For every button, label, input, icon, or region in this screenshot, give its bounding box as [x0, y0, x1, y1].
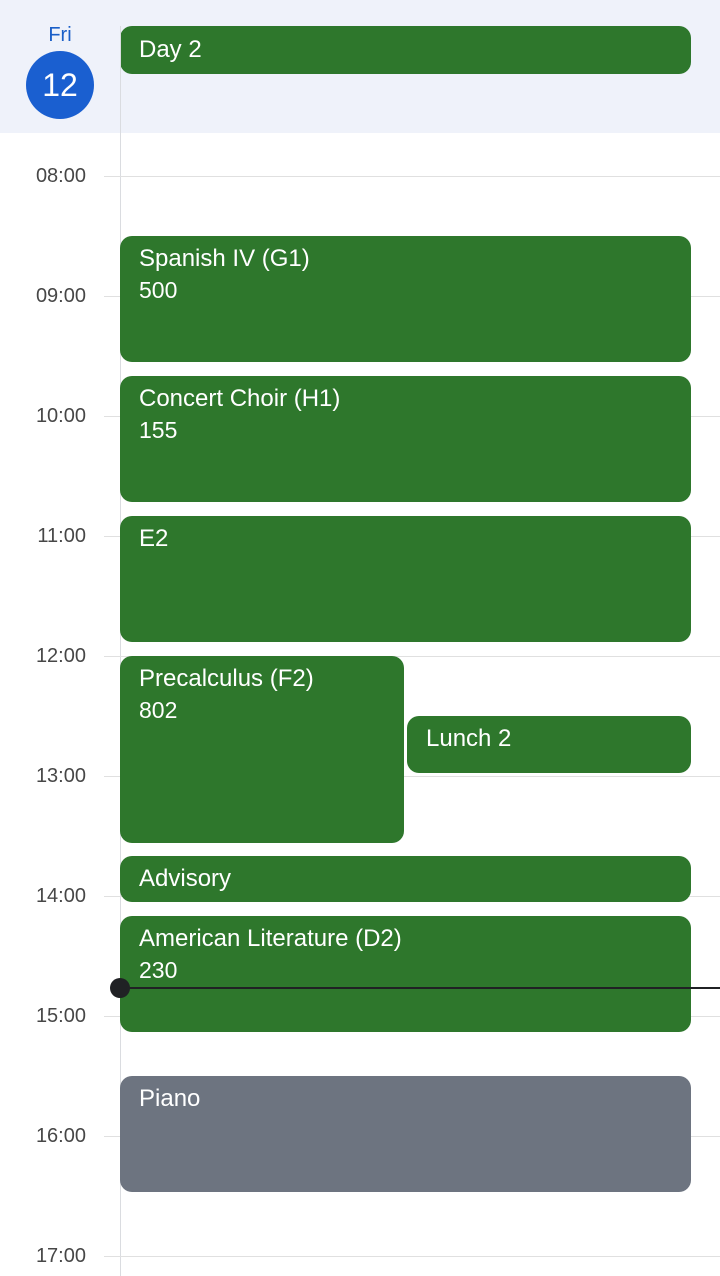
event-room: 230 [139, 957, 178, 983]
event-advisory[interactable]: Advisory [120, 856, 691, 902]
event-e2[interactable]: E2 [120, 516, 691, 642]
hour-label: 08:00 [35, 165, 86, 187]
event-lunch-2[interactable]: Lunch 2 [407, 716, 691, 773]
current-time-line [120, 987, 720, 989]
event-title: Piano [139, 1085, 201, 1112]
hour-gridline [104, 176, 720, 177]
hour-gridline [104, 1256, 720, 1257]
hour-label: 16:00 [35, 1125, 86, 1147]
hour-row: 17:00 [0, 1245, 720, 1267]
hour-label: 15:00 [35, 1005, 86, 1027]
day-name: Fri [48, 24, 72, 46]
hour-label: 11:00 [37, 525, 86, 547]
event-title: Spanish IV (G1) [139, 245, 310, 272]
event-title: Advisory [139, 865, 232, 892]
today-date-circle[interactable]: 12 [26, 51, 94, 119]
hour-label: 17:00 [35, 1245, 86, 1267]
day-header: Fri 12 Day 2 [0, 0, 720, 133]
hour-label: 13:00 [35, 765, 86, 787]
event-american-literature[interactable]: American Literature (D2) 230 [120, 916, 691, 1032]
event-precalculus[interactable]: Precalculus (F2) 802 [120, 656, 404, 843]
current-time-dot [110, 978, 130, 998]
event-concert-choir[interactable]: Concert Choir (H1) 155 [120, 376, 691, 502]
event-piano[interactable]: Piano [120, 1076, 691, 1192]
hour-label: 14:00 [35, 885, 86, 907]
event-room: 500 [139, 277, 178, 303]
event-title: American Literature (D2) [139, 925, 402, 952]
hour-label: 09:00 [35, 285, 86, 307]
hour-row: 08:00 [0, 165, 720, 187]
all-day-event-title: Day 2 [139, 36, 202, 63]
all-day-event[interactable]: Day 2 [120, 26, 691, 74]
event-spanish-iv[interactable]: Spanish IV (G1) 500 [120, 236, 691, 362]
event-room: 155 [139, 417, 178, 443]
event-title: Concert Choir (H1) [139, 385, 341, 412]
event-title: Precalculus (F2) [139, 665, 314, 692]
hour-label: 10:00 [35, 405, 86, 427]
hour-label: 12:00 [35, 645, 86, 667]
event-title: Lunch 2 [426, 725, 512, 752]
event-room: 802 [139, 697, 178, 723]
event-title: E2 [139, 525, 169, 552]
